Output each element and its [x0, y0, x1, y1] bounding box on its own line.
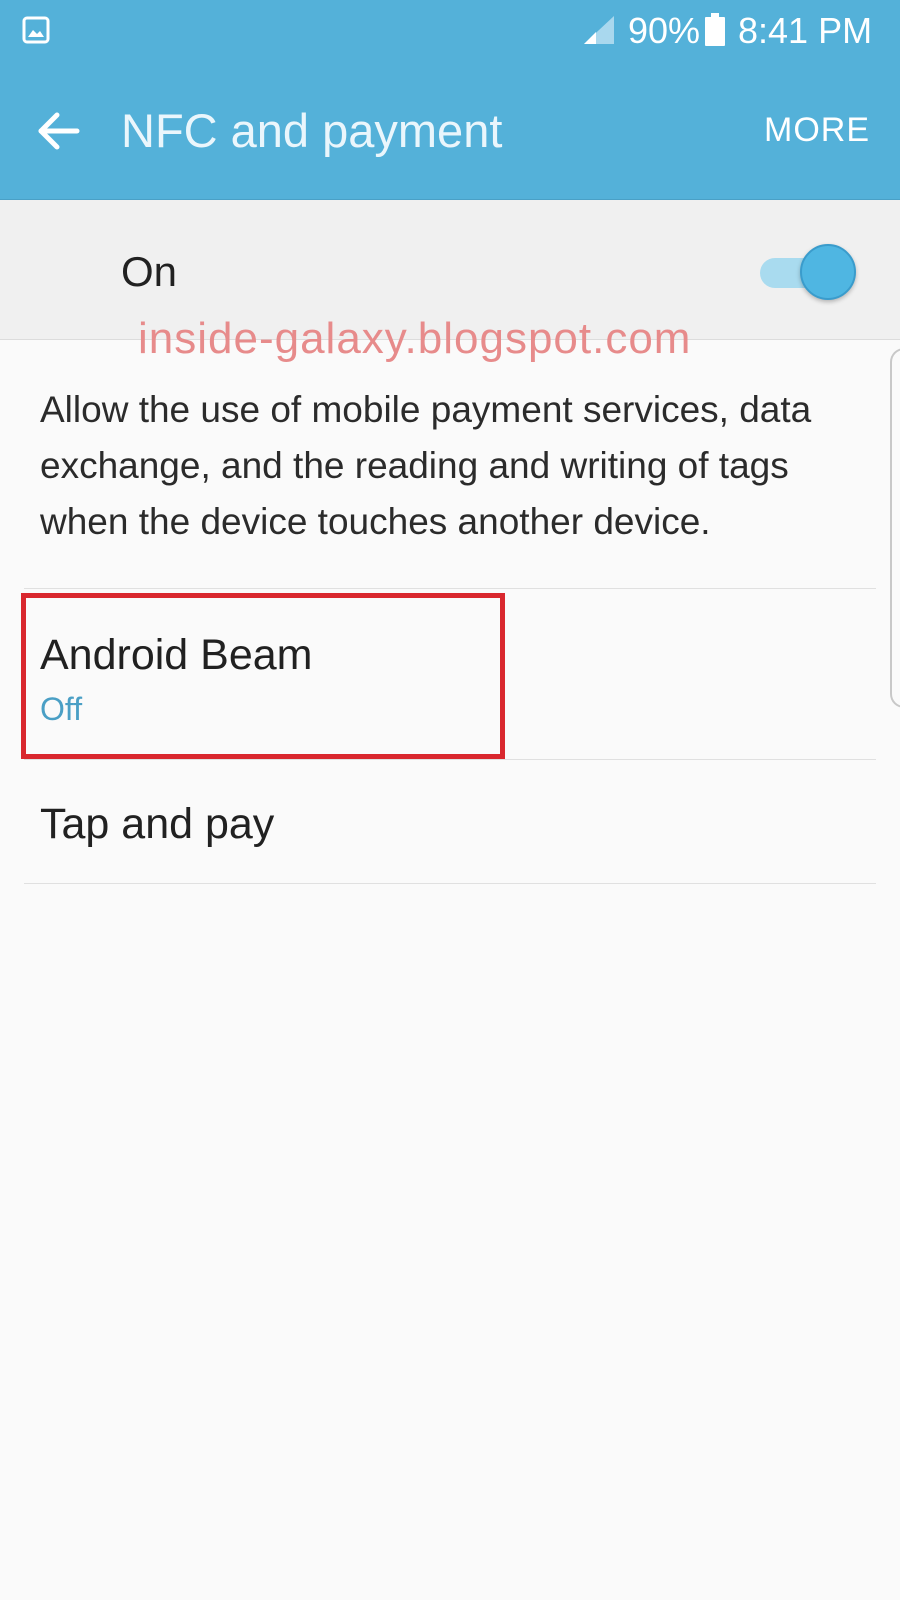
back-button[interactable] [26, 98, 92, 164]
app-bar: NFC and payment MORE [0, 62, 900, 200]
page-title: NFC and payment [121, 104, 503, 157]
more-button[interactable]: MORE [764, 108, 870, 152]
nfc-description: Allow the use of mobile payment services… [40, 389, 812, 542]
list-item-android-beam[interactable]: Android Beam Off [24, 589, 876, 759]
battery-percentage: 90% [628, 10, 701, 51]
battery-icon [705, 13, 725, 46]
nfc-toggle-switch[interactable] [760, 244, 856, 300]
watermark: inside-galaxy.blogspot.com [138, 314, 692, 363]
arrow-left-icon [38, 112, 80, 150]
list-item-title: Android Beam [40, 631, 313, 679]
gallery-icon [22, 16, 50, 44]
list-item-subtitle: Off [40, 691, 83, 727]
status-bar: 90% 8:41 PM [0, 0, 900, 62]
signal-icon [584, 16, 614, 44]
list-item-tap-and-pay[interactable]: Tap and pay [24, 760, 876, 883]
toggle-knob [800, 244, 856, 300]
edge-panel-handle[interactable] [890, 348, 900, 708]
list-item-title: Tap and pay [40, 800, 275, 848]
master-switch-label: On [121, 248, 178, 295]
status-time: 8:41 PM [738, 10, 873, 51]
nfc-payment-screen: 90% 8:41 PM NFC and payment MORE On insi… [0, 0, 900, 1600]
divider [24, 883, 876, 884]
